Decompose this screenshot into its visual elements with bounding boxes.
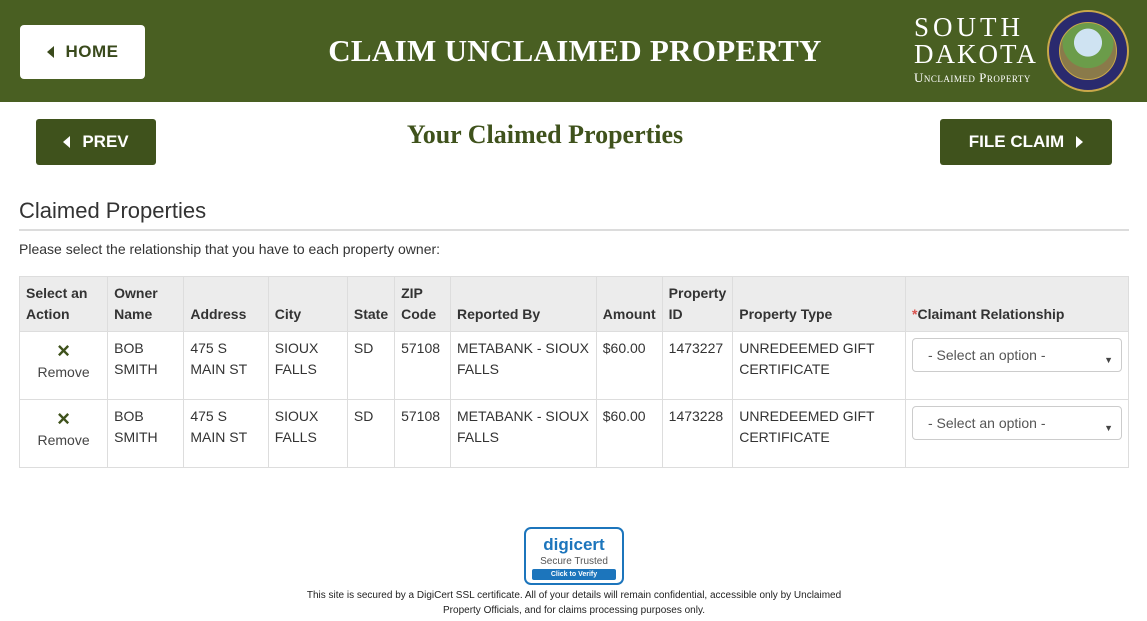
table-row: × Remove BOB SMITH 475 S MAIN ST SIOUX F… <box>18 399 1129 468</box>
property-id-cell: 1473227 <box>661 331 734 400</box>
caret-right-icon <box>1076 136 1084 148</box>
brand-line-1: SOUTH <box>914 12 1025 42</box>
property-id-cell: 1473228 <box>661 399 734 468</box>
file-claim-button[interactable]: FILE CLAIM <box>940 119 1112 165</box>
dropdown-caret-icon: ▼ <box>1104 423 1113 433</box>
header-state: State <box>346 276 396 332</box>
header-amount: Amount <box>595 276 663 332</box>
remove-action[interactable]: × Remove <box>18 331 109 400</box>
city-cell: SIOUX FALLS <box>267 399 348 468</box>
reported-by-cell: METABANK - SIOUX FALLS <box>449 399 597 468</box>
brand-line-3: Unclaimed Property <box>914 70 1031 85</box>
home-button[interactable]: HOME <box>20 25 145 79</box>
remove-x-icon[interactable]: × <box>26 408 101 430</box>
header-claimant-relationship: *Claimant Relationship <box>905 276 1129 332</box>
header-property-id: Property ID <box>661 276 734 332</box>
claimed-properties-table: Select an Action Owner Name Address City… <box>18 276 1129 468</box>
table-header-row: Select an Action Owner Name Address City… <box>18 276 1129 332</box>
prev-button[interactable]: PREV <box>36 119 156 165</box>
digicert-logo: digicert <box>543 535 605 554</box>
address-cell: 475 S MAIN ST <box>183 331 269 400</box>
instruction-text: Please select the relationship that you … <box>19 241 441 257</box>
relationship-cell: - Select an option - ▼ <box>905 399 1129 468</box>
brand-line-2: DAKOTA <box>914 39 1038 69</box>
relationship-select[interactable]: - Select an option - ▼ <box>912 338 1122 372</box>
digicert-click-to-verify[interactable]: Click to Verify <box>532 569 616 580</box>
prev-button-label: PREV <box>82 132 129 151</box>
brand-logo[interactable]: SOUTH DAKOTA Unclaimed Property <box>914 14 1038 86</box>
header-city: City <box>267 276 348 332</box>
address-cell: 475 S MAIN ST <box>183 399 269 468</box>
dropdown-caret-icon: ▼ <box>1104 355 1113 365</box>
relationship-select-value: - Select an option - <box>928 414 1046 431</box>
relationship-select[interactable]: - Select an option - ▼ <box>912 406 1122 440</box>
state-cell: SD <box>346 399 396 468</box>
header-owner: Owner Name <box>107 276 185 332</box>
reported-by-cell: METABANK - SIOUX FALLS <box>449 331 597 400</box>
property-type-cell: UNREDEEMED GIFT CERTIFICATE <box>732 399 906 468</box>
remove-x-icon[interactable]: × <box>26 340 101 362</box>
caret-left-icon <box>63 136 71 148</box>
zip-cell: 57108 <box>394 331 451 400</box>
home-button-label: HOME <box>65 42 119 61</box>
section-divider <box>19 229 1129 231</box>
owner-name-cell: BOB SMITH <box>107 331 185 400</box>
file-claim-button-label: FILE CLAIM <box>968 132 1065 151</box>
state-seal-icon <box>1047 10 1129 92</box>
state-cell: SD <box>346 331 396 400</box>
digicert-secure-text: Secure Trusted <box>540 556 608 567</box>
table-row: × Remove BOB SMITH 475 S MAIN ST SIOUX F… <box>18 331 1129 400</box>
relationship-select-value: - Select an option - <box>928 346 1046 363</box>
header-action: Select an Action <box>18 276 109 332</box>
header-address: Address <box>183 276 269 332</box>
digicert-badge[interactable]: digicert Secure Trusted Click to Verify <box>524 527 624 585</box>
section-title: Claimed Properties <box>19 198 207 223</box>
site-title: CLAIM UNCLAIMED PROPERTY <box>328 33 822 68</box>
header-zip: ZIP Code <box>394 276 451 332</box>
site-header: HOME CLAIM UNCLAIMED PROPERTY SOUTH DAKO… <box>0 0 1147 102</box>
amount-cell: $60.00 <box>595 331 663 400</box>
zip-cell: 57108 <box>394 399 451 468</box>
header-property-type: Property Type <box>732 276 906 332</box>
remove-link[interactable]: Remove <box>26 362 101 383</box>
page-title: Your Claimed Properties <box>406 120 684 149</box>
footer-security-text: This site is secured by a DigiCert SSL c… <box>306 590 842 616</box>
remove-link[interactable]: Remove <box>26 430 101 451</box>
header-reported-by: Reported By <box>449 276 597 332</box>
relationship-cell: - Select an option - ▼ <box>905 331 1129 400</box>
header-claimant-relationship-label: Claimant Relationship <box>917 306 1065 322</box>
remove-action[interactable]: × Remove <box>18 399 109 468</box>
caret-left-icon <box>46 46 54 58</box>
property-type-cell: UNREDEEMED GIFT CERTIFICATE <box>732 331 906 400</box>
amount-cell: $60.00 <box>595 399 663 468</box>
city-cell: SIOUX FALLS <box>267 331 348 400</box>
owner-name-cell: BOB SMITH <box>107 399 185 468</box>
